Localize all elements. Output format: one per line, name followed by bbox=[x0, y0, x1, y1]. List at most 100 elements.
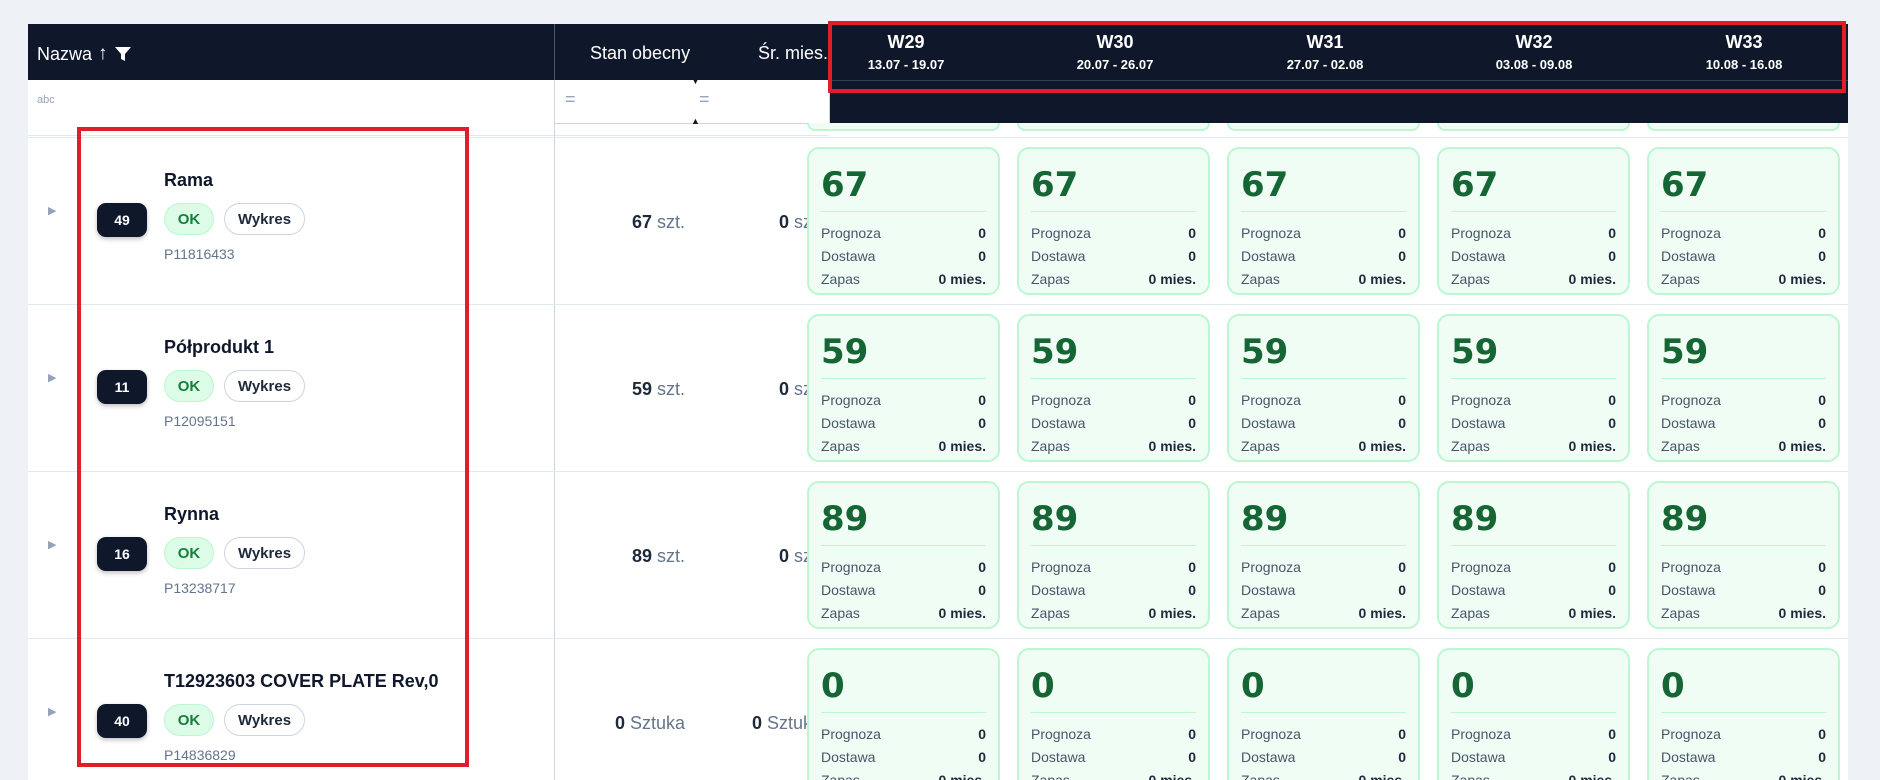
card-reserve-line: Zapas 0 mies. bbox=[1031, 772, 1196, 780]
column-header-stock[interactable]: Stan obecny bbox=[590, 43, 690, 64]
chart-button[interactable]: Wykres bbox=[224, 203, 305, 235]
status-badge: OK bbox=[164, 537, 214, 569]
card-delivery-line: Dostawa 0 bbox=[1031, 749, 1196, 765]
card-delivery-value: 0 bbox=[1608, 415, 1616, 431]
table-row[interactable]: ▶ 40 T12923603 COVER PLATE Rev,0 OK Wykres P1… bbox=[28, 638, 1848, 780]
expand-row-icon[interactable]: ▶ bbox=[48, 705, 56, 718]
card-reserve-line: Zapas 0 mies. bbox=[1661, 438, 1826, 454]
forecast-card[interactable]: 0 Prognoza 0 Dostawa 0 Zapas 0 mies. bbox=[1227, 648, 1420, 780]
expand-row-icon[interactable]: ▶ bbox=[48, 204, 56, 217]
week-header-3: W32 03.08 - 09.08 bbox=[1434, 32, 1634, 72]
card-reserve-line: Zapas 0 mies. bbox=[1241, 605, 1406, 621]
card-reserve-value: 0 mies. bbox=[1148, 438, 1196, 454]
product-code: P11816433 bbox=[164, 246, 235, 262]
status-badge: OK bbox=[164, 203, 214, 235]
forecast-card[interactable]: 67 Prognoza 0 Dostawa 0 Zapas 0 mies. bbox=[1437, 147, 1630, 295]
inventory-table: Nazwa ↑ Stan obecny Śr. mies. W29 13.07 -… bbox=[28, 24, 1848, 780]
forecast-card[interactable]: 67 Prognoza 0 Dostawa 0 Zapas 0 mies. bbox=[1017, 147, 1210, 295]
card-delivery-value: 0 bbox=[978, 582, 986, 598]
card-forecast-value: 0 bbox=[978, 392, 986, 408]
forecast-card[interactable]: 89 Prognoza 0 Dostawa 0 Zapas 0 mies. bbox=[807, 481, 1000, 629]
card-forecast-label: Prognoza bbox=[1031, 726, 1091, 742]
chart-button[interactable]: Wykres bbox=[224, 704, 305, 736]
card-divider bbox=[1661, 211, 1826, 212]
forecast-card[interactable]: 67 Prognoza 0 Dostawa 0 Zapas 0 mies. bbox=[1647, 147, 1840, 295]
card-forecast-value: 0 bbox=[1188, 225, 1196, 241]
card-forecast-label: Prognoza bbox=[1241, 559, 1301, 575]
card-reserve-line: Zapas 0 mies. bbox=[1451, 271, 1616, 287]
card-divider bbox=[1031, 378, 1196, 379]
stock-value: 67 bbox=[631, 212, 652, 232]
avg-value: 0 bbox=[778, 379, 789, 399]
count-badge: 40 bbox=[97, 704, 147, 738]
card-reserve-line: Zapas 0 mies. bbox=[1661, 271, 1826, 287]
forecast-card[interactable]: 59 Prognoza 0 Dostawa 0 Zapas 0 mies. bbox=[1437, 314, 1630, 462]
week-range: 10.08 - 16.08 bbox=[1705, 57, 1783, 72]
forecast-card[interactable]: 0 Prognoza 0 Dostawa 0 Zapas 0 mies. bbox=[807, 648, 1000, 780]
forecast-card[interactable]: 59 Prognoza 0 Dostawa 0 Zapas 0 mies. bbox=[1017, 314, 1210, 462]
stock-unit: szt. bbox=[656, 212, 685, 232]
table-row[interactable]: ▶ 11 Półprodukt 1 OK Wykres P12095151 59 szt. 0… bbox=[28, 304, 1848, 472]
count-badge: 49 bbox=[97, 203, 147, 237]
product-code: P13238717 bbox=[164, 580, 236, 596]
card-forecast-value: 0 bbox=[1608, 225, 1616, 241]
card-delivery-line: Dostawa 0 bbox=[1661, 248, 1826, 264]
card-forecast-line: Prognoza 0 bbox=[1661, 225, 1826, 241]
card-delivery-label: Dostawa bbox=[821, 582, 876, 598]
card-forecast-line: Prognoza 0 bbox=[1031, 559, 1196, 575]
card-delivery-line: Dostawa 0 bbox=[1241, 582, 1406, 598]
card-delivery-value: 0 bbox=[978, 749, 986, 765]
column-header-name[interactable]: Nazwa ↑ bbox=[37, 43, 132, 65]
forecast-card[interactable]: 89 Prognoza 0 Dostawa 0 Zapas 0 mies. bbox=[1647, 481, 1840, 629]
card-divider bbox=[1451, 211, 1616, 212]
forecast-card[interactable]: 0 Prognoza 0 Dostawa 0 Zapas 0 mies. bbox=[1437, 648, 1630, 780]
forecast-card[interactable]: 67 Prognoza 0 Dostawa 0 Zapas 0 mies. bbox=[807, 147, 1000, 295]
card-forecast-label: Prognoza bbox=[1031, 559, 1091, 575]
card-delivery-label: Dostawa bbox=[1451, 415, 1506, 431]
avg-filter-input[interactable]: = bbox=[689, 80, 830, 124]
chart-button[interactable]: Wykres bbox=[224, 370, 305, 402]
stock-current: 59 szt. bbox=[632, 379, 685, 400]
forecast-card[interactable]: 89 Prognoza 0 Dostawa 0 Zapas 0 mies. bbox=[1227, 481, 1420, 629]
week-header-2: W31 27.07 - 02.08 bbox=[1225, 32, 1425, 72]
card-forecast-label: Prognoza bbox=[1031, 225, 1091, 241]
forecast-card[interactable]: 59 Prognoza 0 Dostawa 0 Zapas 0 mies. bbox=[807, 314, 1000, 462]
card-reserve-value: 0 mies. bbox=[1568, 438, 1616, 454]
card-forecast-value: 0 bbox=[1608, 559, 1616, 575]
card-reserve-label: Zapas bbox=[1031, 271, 1070, 287]
card-reserve-value: 0 mies. bbox=[1358, 271, 1406, 287]
column-header-name-label: Nazwa bbox=[37, 43, 93, 64]
card-forecast-label: Prognoza bbox=[821, 225, 881, 241]
chart-button[interactable]: Wykres bbox=[224, 537, 305, 569]
forecast-card[interactable]: 89 Prognoza 0 Dostawa 0 Zapas 0 mies. bbox=[1017, 481, 1210, 629]
week-header-0: W29 13.07 - 19.07 bbox=[806, 32, 1006, 72]
forecast-card-partial bbox=[1227, 123, 1420, 131]
stock-filter-input[interactable]: = bbox=[554, 80, 690, 124]
forecast-card[interactable]: 0 Prognoza 0 Dostawa 0 Zapas 0 mies. bbox=[1647, 648, 1840, 780]
card-delivery-line: Dostawa 0 bbox=[1451, 248, 1616, 264]
card-forecast-line: Prognoza 0 bbox=[1241, 225, 1406, 241]
expand-row-icon[interactable]: ▶ bbox=[48, 538, 56, 551]
card-reserve-value: 0 mies. bbox=[1148, 605, 1196, 621]
forecast-card[interactable]: 59 Prognoza 0 Dostawa 0 Zapas 0 mies. bbox=[1647, 314, 1840, 462]
card-divider bbox=[821, 378, 986, 379]
card-forecast-label: Prognoza bbox=[1451, 225, 1511, 241]
forecast-card[interactable]: 89 Prognoza 0 Dostawa 0 Zapas 0 mies. bbox=[1437, 481, 1630, 629]
text-filter-input[interactable]: abc bbox=[37, 94, 55, 106]
expand-row-icon[interactable]: ▶ bbox=[48, 371, 56, 384]
card-forecast-line: Prognoza 0 bbox=[1661, 559, 1826, 575]
filter-icon[interactable] bbox=[114, 45, 132, 63]
card-forecast-value: 0 bbox=[1818, 392, 1826, 408]
forecast-card[interactable]: 67 Prognoza 0 Dostawa 0 Zapas 0 mies. bbox=[1227, 147, 1420, 295]
stock-value: 59 bbox=[631, 379, 652, 399]
product-name: Rynna bbox=[164, 504, 220, 524]
card-stock-value: 89 bbox=[821, 499, 869, 539]
arrow-up-icon[interactable]: ↑ bbox=[98, 43, 108, 65]
card-delivery-value: 0 bbox=[1608, 749, 1616, 765]
card-forecast-line: Prognoza 0 bbox=[1451, 392, 1616, 408]
forecast-card[interactable]: 0 Prognoza 0 Dostawa 0 Zapas 0 mies. bbox=[1017, 648, 1210, 780]
forecast-card[interactable]: 59 Prognoza 0 Dostawa 0 Zapas 0 mies. bbox=[1227, 314, 1420, 462]
stock-unit: Sztuka bbox=[629, 713, 685, 733]
table-row[interactable]: ▶16RynnaOKWykresP1323871789 szt.0 szt.89… bbox=[28, 471, 1848, 639]
table-row[interactable]: ▶49RamaOKWykresP1181643367 szt.0 szt.67P… bbox=[28, 137, 1848, 305]
